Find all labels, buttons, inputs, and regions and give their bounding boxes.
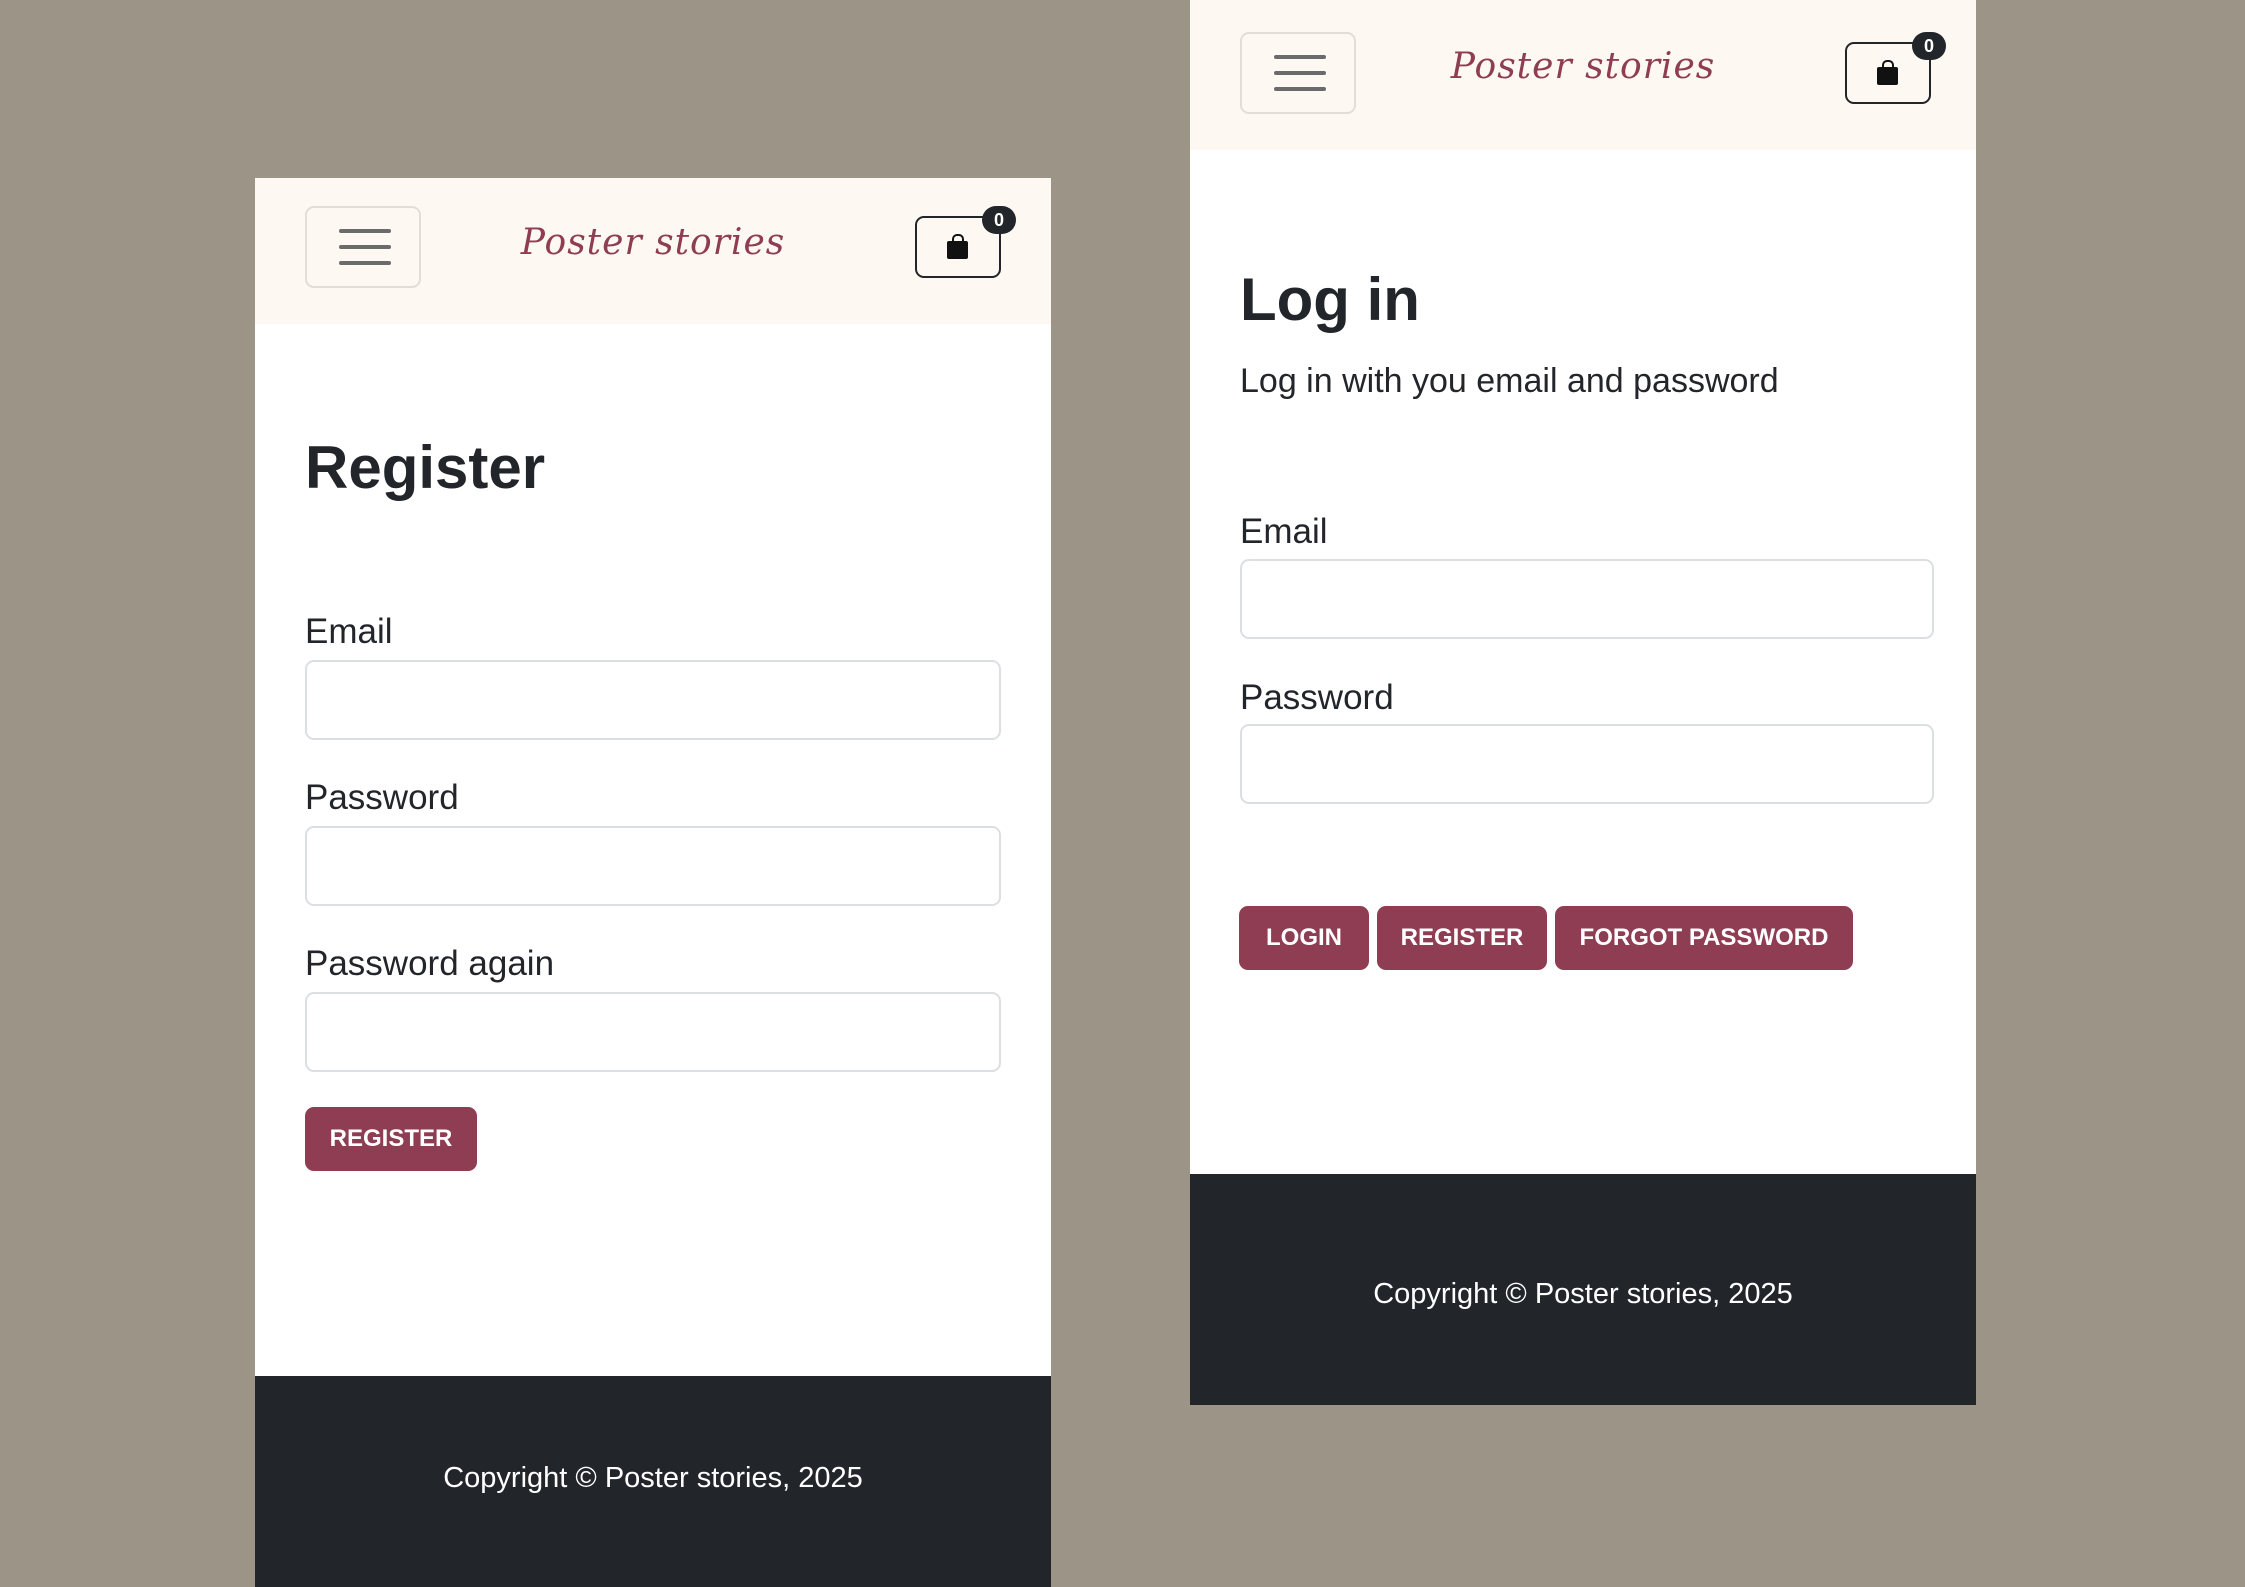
- password-field[interactable]: [1240, 724, 1934, 804]
- login-screen: Poster stories 0 Log in Log in with you …: [1190, 0, 1976, 1405]
- page-title: Register: [305, 434, 546, 501]
- email-field[interactable]: [305, 660, 1001, 740]
- page-subtitle: Log in with you email and password: [1240, 362, 1779, 400]
- email-field[interactable]: [1240, 559, 1934, 639]
- copyright-text: Copyright © Poster stories, 2025: [1373, 1278, 1793, 1310]
- copyright-text: Copyright © Poster stories, 2025: [443, 1462, 863, 1494]
- login-button[interactable]: Login: [1239, 906, 1369, 970]
- shopping-bag-icon: [1877, 60, 1898, 85]
- email-label: Email: [305, 612, 393, 651]
- password-label: Password: [1240, 678, 1394, 717]
- shopping-bag-icon: [947, 234, 968, 259]
- cart-button[interactable]: 0: [1845, 32, 1946, 104]
- forgot-password-button[interactable]: Forgot password: [1555, 906, 1853, 970]
- cart-count-badge: 0: [982, 206, 1016, 234]
- footer: Copyright © Poster stories, 2025: [255, 1376, 1051, 1587]
- footer: Copyright © Poster stories, 2025: [1190, 1174, 1976, 1405]
- register-screen: Poster stories 0 Register Email Password…: [255, 178, 1051, 1587]
- register-button[interactable]: Register: [305, 1107, 477, 1171]
- cart-count-badge: 0: [1912, 32, 1946, 60]
- password-again-field[interactable]: [305, 992, 1001, 1072]
- password-label: Password: [305, 778, 459, 817]
- password-field[interactable]: [305, 826, 1001, 906]
- page-title: Log in: [1240, 266, 1420, 333]
- email-label: Email: [1240, 512, 1328, 551]
- cart-button[interactable]: 0: [915, 206, 1016, 278]
- register-button[interactable]: Register: [1377, 906, 1547, 970]
- hamburger-icon-line: [1274, 87, 1326, 91]
- navbar: Poster stories 0: [255, 178, 1051, 324]
- navbar: Poster stories 0: [1190, 0, 1976, 150]
- password-again-label: Password again: [305, 944, 555, 983]
